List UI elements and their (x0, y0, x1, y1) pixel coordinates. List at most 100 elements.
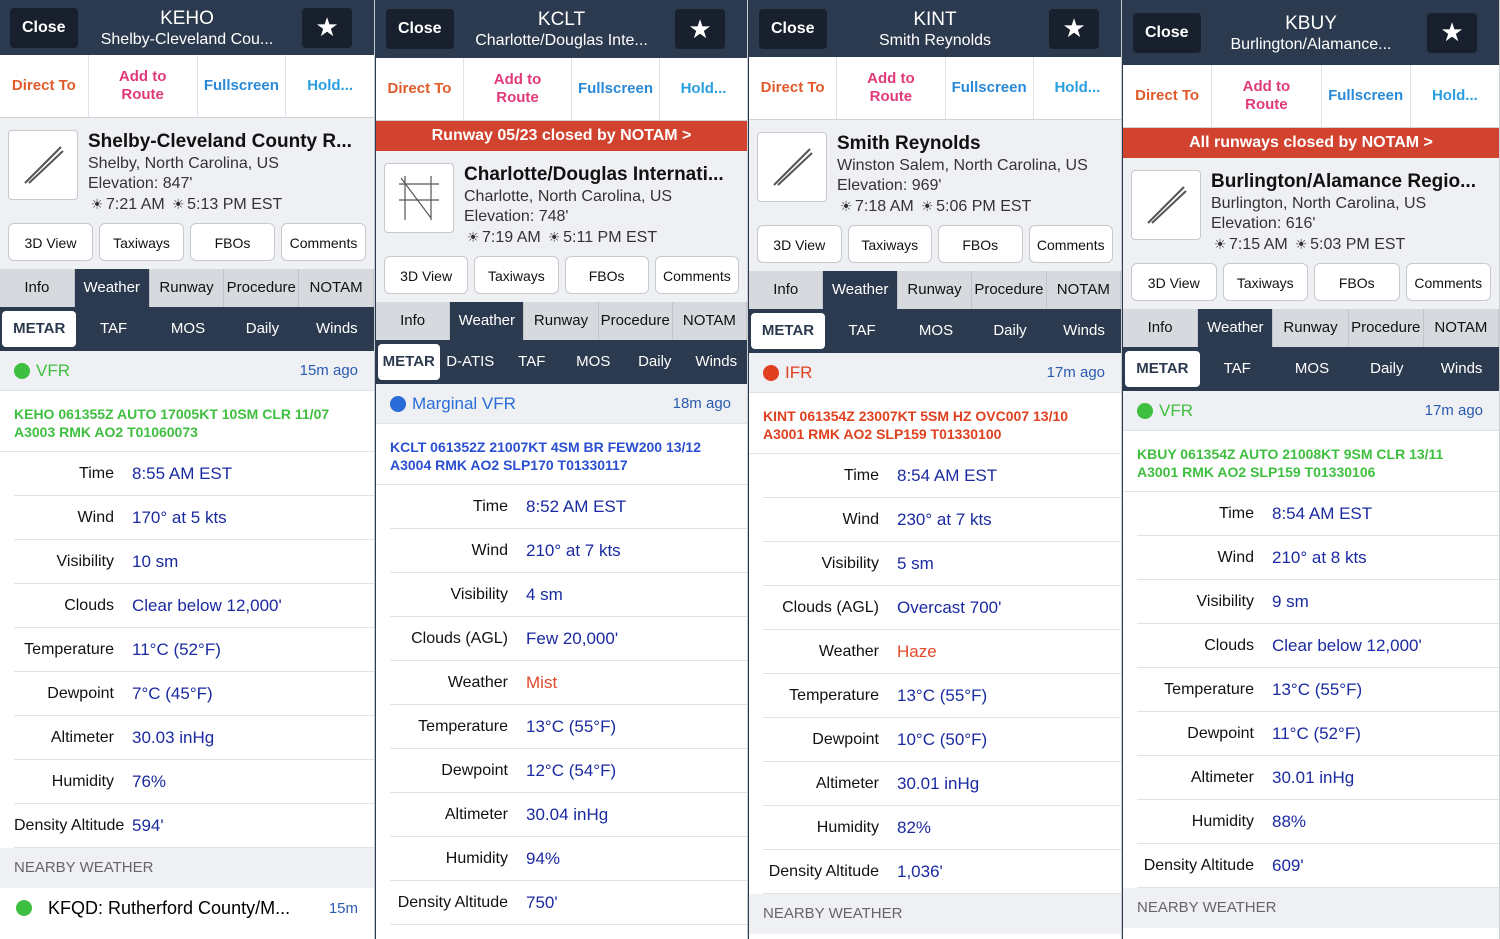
favorite-star-icon[interactable]: ★ (302, 7, 352, 48)
tab-runway[interactable]: Runway (1273, 309, 1349, 347)
comments-button[interactable]: Comments (654, 256, 739, 294)
subtab-daily[interactable]: Daily (1349, 351, 1424, 387)
subtab-winds[interactable]: Winds (1424, 351, 1499, 387)
tab-weather[interactable]: Weather (450, 302, 525, 340)
fullscreen-button[interactable]: Fullscreen (946, 57, 1034, 119)
weather-value: 10 sm (132, 551, 179, 571)
nearby-weather-item[interactable]: KFQD: Rutherford County/M... 15m (0, 888, 374, 928)
subtab-mos[interactable]: MOS (899, 313, 973, 349)
add-to-route-button[interactable]: Add to Route (464, 58, 572, 120)
tab-weather[interactable]: Weather (823, 271, 898, 309)
close-button[interactable]: Close (386, 9, 454, 49)
tab-procedure[interactable]: Procedure (599, 302, 673, 340)
taxiways-button[interactable]: Taxiways (1222, 263, 1308, 301)
subtab-winds[interactable]: Winds (686, 344, 748, 380)
tab-notam[interactable]: NOTAM (673, 302, 747, 340)
subtab-mos[interactable]: MOS (563, 344, 625, 380)
tab-procedure[interactable]: Procedure (1349, 309, 1424, 347)
subtab-daily[interactable]: Daily (624, 344, 686, 380)
tab-runway[interactable]: Runway (150, 269, 225, 307)
3d-view-button[interactable]: 3D View (1131, 263, 1217, 301)
subtab-metar[interactable]: METAR (751, 313, 825, 349)
add-to-route-button[interactable]: Add to Route (837, 57, 946, 119)
subtab-metar[interactable]: METAR (2, 311, 77, 347)
comments-button[interactable]: Comments (1405, 263, 1491, 301)
airport-name: Shelby-Cleveland County R... (88, 131, 352, 152)
tab-notam[interactable]: NOTAM (1424, 309, 1499, 347)
direct-to-button[interactable]: Direct To (1123, 65, 1213, 127)
comments-button[interactable]: Comments (1028, 225, 1113, 263)
tab-notam[interactable]: NOTAM (1047, 271, 1121, 309)
subtab-mos[interactable]: MOS (1275, 351, 1350, 387)
fullscreen-button[interactable]: Fullscreen (198, 55, 287, 117)
favorite-star-icon[interactable]: ★ (675, 9, 725, 49)
close-button[interactable]: Close (759, 8, 827, 49)
subtab-d-atis[interactable]: D-ATIS (440, 344, 502, 380)
tab-notam[interactable]: NOTAM (299, 269, 374, 307)
direct-to-button[interactable]: Direct To (0, 55, 89, 117)
airport-diagram[interactable] (384, 163, 454, 233)
tab-runway[interactable]: Runway (898, 271, 973, 309)
fbos-button[interactable]: FBOs (190, 223, 275, 261)
3d-view-button[interactable]: 3D View (757, 225, 842, 263)
weather-row-weather: Weather Mist (390, 661, 747, 705)
tab-info[interactable]: Info (376, 302, 451, 340)
notam-banner[interactable]: All runways closed by NOTAM > (1123, 128, 1499, 158)
direct-to-button[interactable]: Direct To (749, 57, 838, 119)
weather-value: 8:54 AM EST (1272, 503, 1373, 523)
tab-info[interactable]: Info (749, 271, 824, 309)
taxiways-button[interactable]: Taxiways (474, 256, 559, 294)
tab-info[interactable]: Info (1123, 309, 1199, 347)
airport-info-section: Charlotte/Douglas Internati... Charlotte,… (376, 151, 747, 302)
subtab-winds[interactable]: Winds (1047, 313, 1121, 349)
tab-runway[interactable]: Runway (524, 302, 599, 340)
3d-view-button[interactable]: 3D View (8, 223, 93, 261)
taxiways-button[interactable]: Taxiways (847, 225, 932, 263)
tab-weather[interactable]: Weather (1198, 309, 1274, 347)
tab-weather[interactable]: Weather (74, 269, 150, 307)
subtab-taf[interactable]: TAF (1200, 351, 1275, 387)
3d-view-button[interactable]: 3D View (384, 256, 469, 294)
subtab-winds[interactable]: Winds (300, 311, 374, 347)
tab-procedure[interactable]: Procedure (224, 269, 300, 307)
add-to-route-button[interactable]: Add to Route (1212, 65, 1322, 127)
subtab-taf[interactable]: TAF (501, 344, 563, 380)
subtab-metar[interactable]: METAR (378, 344, 440, 380)
subtab-taf[interactable]: TAF (76, 311, 150, 347)
taxiways-button[interactable]: Taxiways (99, 223, 184, 261)
close-button[interactable]: Close (1133, 12, 1201, 53)
fbos-button[interactable]: FBOs (1314, 263, 1400, 301)
hold-button[interactable]: Hold... (660, 58, 747, 120)
subtab-metar[interactable]: METAR (1125, 351, 1200, 387)
airport-diagram[interactable] (8, 130, 78, 200)
main-tabs: Info Weather Runway Procedure NOTAM (1123, 309, 1499, 347)
subtab-daily[interactable]: Daily (973, 313, 1047, 349)
nearby-airport-name: KFQD: Rutherford County/M... (48, 897, 291, 918)
hold-button[interactable]: Hold... (286, 55, 374, 117)
close-button[interactable]: Close (10, 7, 78, 48)
weather-label: Visibility (1196, 592, 1255, 610)
weather-value: 82% (897, 817, 932, 837)
favorite-star-icon[interactable]: ★ (1427, 12, 1477, 53)
fullscreen-button[interactable]: Fullscreen (572, 58, 660, 120)
direct-to-button[interactable]: Direct To (376, 58, 464, 120)
favorite-star-icon[interactable]: ★ (1049, 8, 1099, 49)
fbos-button[interactable]: FBOs (564, 256, 649, 294)
subtab-taf[interactable]: TAF (825, 313, 899, 349)
weather-value: 13°C (55°F) (897, 685, 988, 705)
fullscreen-button[interactable]: Fullscreen (1322, 65, 1411, 127)
add-to-route-button[interactable]: Add to Route (89, 55, 198, 117)
tab-info[interactable]: Info (0, 269, 75, 307)
hold-button[interactable]: Hold... (1034, 57, 1121, 119)
weather-label: Dewpoint (47, 684, 114, 702)
notam-banner[interactable]: Runway 05/23 closed by NOTAM > (376, 121, 747, 151)
airport-diagram[interactable] (1131, 170, 1201, 240)
airport-diagram[interactable] (757, 132, 827, 202)
comments-button[interactable]: Comments (281, 223, 366, 261)
tab-procedure[interactable]: Procedure (972, 271, 1047, 309)
subtab-daily[interactable]: Daily (225, 311, 299, 347)
fbos-button[interactable]: FBOs (938, 225, 1023, 263)
hold-button[interactable]: Hold... (1411, 65, 1499, 127)
subtab-mos[interactable]: MOS (151, 311, 225, 347)
main-tabs: Info Weather Runway Procedure NOTAM (0, 269, 374, 307)
